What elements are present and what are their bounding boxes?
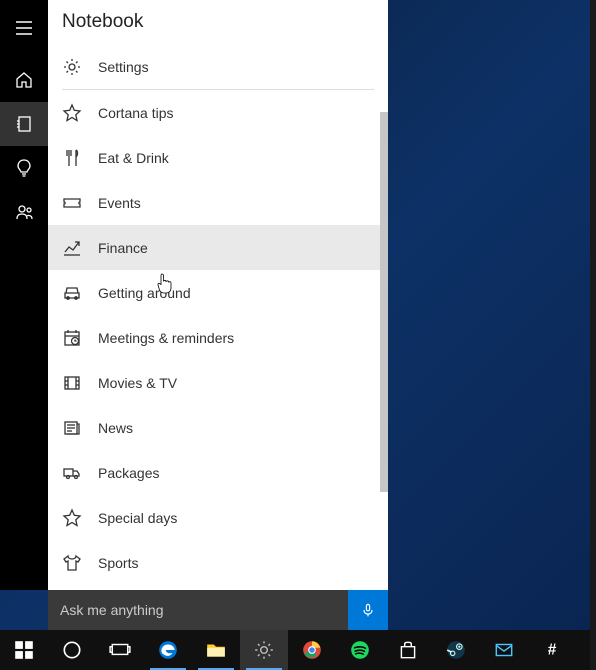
slack-app[interactable]: # [528, 630, 576, 670]
start-button[interactable] [0, 630, 48, 670]
svg-text:#: # [548, 641, 557, 658]
list-item-special-days[interactable]: Special days [48, 495, 388, 540]
list-item-label: Sports [98, 555, 138, 571]
list-item-movies-tv[interactable]: Movies & TV [48, 360, 388, 405]
calendar-clock-icon [62, 328, 82, 348]
list-item-finance[interactable]: Finance [48, 225, 388, 270]
list-item-packages[interactable]: Packages [48, 450, 388, 495]
people-button[interactable] [0, 190, 48, 234]
chrome-browser[interactable] [288, 630, 336, 670]
list-item-cortana-tips[interactable]: Cortana tips [48, 90, 388, 135]
list-item-label: Cortana tips [98, 105, 173, 121]
list-item-label: Settings [98, 59, 149, 75]
chart-line-icon [62, 238, 82, 258]
cortana-button[interactable] [48, 630, 96, 670]
home-button[interactable] [0, 58, 48, 102]
search-input[interactable] [48, 590, 348, 630]
list-item-eat-drink[interactable]: Eat & Drink [48, 135, 388, 180]
cortana-search-bar [48, 590, 388, 630]
desktop-edge [590, 0, 596, 670]
fork-knife-icon [62, 148, 82, 168]
store-app[interactable] [384, 630, 432, 670]
list-item-events[interactable]: Events [48, 180, 388, 225]
settings-app[interactable] [240, 630, 288, 670]
file-explorer[interactable] [192, 630, 240, 670]
scrollbar[interactable] [380, 44, 388, 590]
scrollbar-thumb[interactable] [380, 112, 388, 492]
spotify-app[interactable] [336, 630, 384, 670]
steam-app[interactable] [432, 630, 480, 670]
list-item-label: News [98, 420, 133, 436]
edge-browser[interactable] [144, 630, 192, 670]
list-item-label: Finance [98, 240, 148, 256]
insights-button[interactable] [0, 146, 48, 190]
tshirt-icon [62, 553, 82, 573]
list-item-label: Movies & TV [98, 375, 177, 391]
taskview-button[interactable] [96, 630, 144, 670]
list-item-sports[interactable]: Sports [48, 540, 388, 585]
ticket-icon [62, 193, 82, 213]
list-item-label: Eat & Drink [98, 150, 169, 166]
star-icon [62, 508, 82, 528]
hamburger-menu[interactable] [0, 6, 48, 50]
list-item-label: Special days [98, 510, 177, 526]
car-icon [62, 283, 82, 303]
gear-icon [62, 57, 82, 77]
mic-button[interactable] [348, 590, 388, 630]
star-icon [62, 103, 82, 123]
mail-app[interactable] [480, 630, 528, 670]
list-item-label: Packages [98, 465, 159, 481]
list-item-label: Meetings & reminders [98, 330, 234, 346]
list-item-getting-around[interactable]: Getting around [48, 270, 388, 315]
cortana-sidebar [0, 0, 48, 590]
newspaper-icon [62, 418, 82, 438]
notebook-list: Settings Cortana tips Eat & Drink Events [48, 44, 388, 590]
list-item-settings[interactable]: Settings [48, 44, 388, 89]
list-item-meetings[interactable]: Meetings & reminders [48, 315, 388, 360]
notebook-button[interactable] [0, 102, 48, 146]
panel-title: Notebook [48, 0, 388, 44]
truck-icon [62, 463, 82, 483]
taskbar: # [0, 630, 596, 670]
notebook-panel: Notebook Settings Cortana tips Eat & Dri… [48, 0, 388, 590]
film-icon [62, 373, 82, 393]
list-item-label: Getting around [98, 285, 191, 301]
list-item-label: Events [98, 195, 141, 211]
list-item-news[interactable]: News [48, 405, 388, 450]
